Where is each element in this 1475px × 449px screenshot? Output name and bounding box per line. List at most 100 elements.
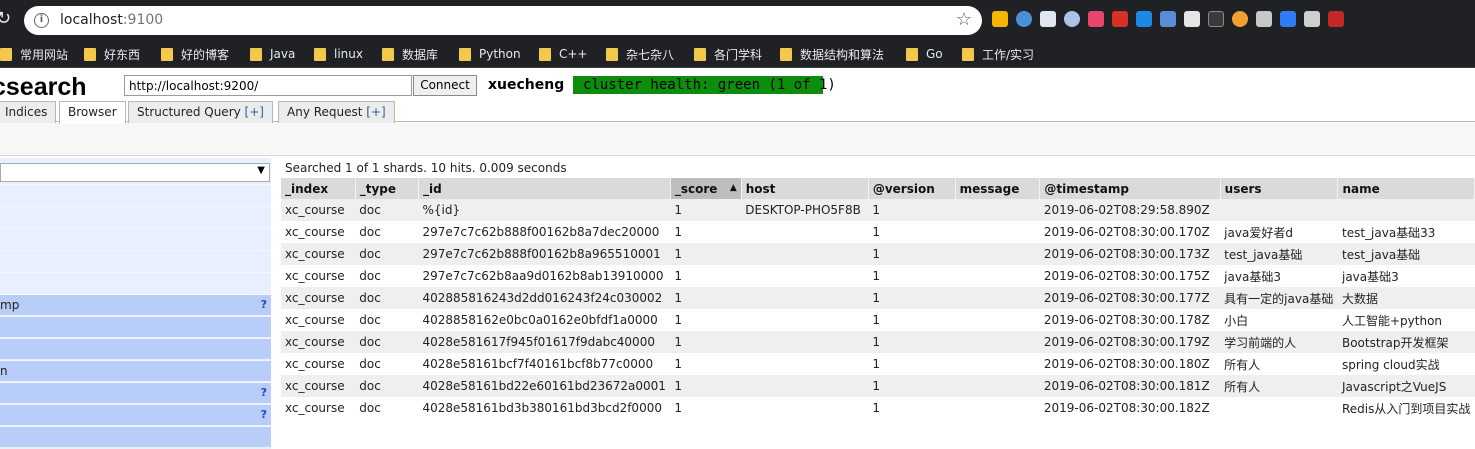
table-cell bbox=[741, 243, 869, 265]
filter-row[interactable] bbox=[0, 426, 271, 447]
column-header[interactable]: _type bbox=[355, 178, 419, 199]
cluster-name: xuecheng bbox=[488, 77, 565, 93]
bookmark-label: 常用网站 bbox=[20, 47, 69, 62]
table-row[interactable]: xc_course doc 4028e581617f945f01617f9dabc4… bbox=[281, 331, 1475, 353]
folder-icon bbox=[0, 47, 12, 61]
table-row[interactable]: xc_course doc 4028e58161bcf7f40161bcf8b77c… bbox=[281, 353, 1475, 375]
extension-icon[interactable] bbox=[1280, 11, 1296, 27]
table-row[interactable]: xc_course doc 4028e58161bd3b380161bd3bcd2f… bbox=[281, 397, 1475, 419]
url-port: :9100 bbox=[122, 12, 164, 28]
filter-row[interactable] bbox=[0, 316, 271, 337]
table-row[interactable]: xc_course doc 4028e58161bd22e60161bd23672a… bbox=[281, 375, 1475, 397]
filter-row[interactable] bbox=[0, 338, 271, 359]
filter-row[interactable]: mp? bbox=[0, 294, 271, 315]
bookmark-folder[interactable]: Java bbox=[250, 46, 295, 62]
table-cell: 2019-06-02T08:30:00.170Z bbox=[1039, 221, 1221, 243]
extension-icon[interactable] bbox=[1232, 11, 1248, 27]
filter-row[interactable] bbox=[0, 228, 271, 249]
table-row[interactable]: xc_course doc 297e7c7c62b888f00162b8a96551… bbox=[281, 243, 1475, 265]
column-header[interactable]: name bbox=[1337, 178, 1475, 199]
table-cell: 4028e581617f945f01617f9dabc40000 bbox=[418, 331, 671, 353]
app-title: csearch bbox=[0, 73, 87, 101]
index-select[interactable]: ▼ bbox=[0, 163, 270, 182]
bookmark-folder[interactable]: 好的博客 bbox=[161, 46, 229, 62]
extension-icon[interactable] bbox=[1256, 11, 1272, 27]
extension-icon[interactable] bbox=[1184, 11, 1200, 27]
tab-structured-query[interactable]: Structured Query [+] bbox=[128, 101, 273, 123]
extensions-bar bbox=[992, 11, 1344, 27]
table-cell: doc bbox=[355, 265, 419, 287]
bookmark-folder[interactable]: 好东西 bbox=[84, 46, 140, 62]
table-row[interactable]: xc_course doc 4028858162e0bc0a0162e0bfdf1a… bbox=[281, 309, 1475, 331]
table-row[interactable]: xc_course doc 297e7c7c62b888f00162b8a7dec2… bbox=[281, 221, 1475, 243]
tab-indices[interactable]: Indices bbox=[0, 101, 57, 123]
help-icon[interactable]: ? bbox=[261, 295, 267, 315]
extension-icon[interactable] bbox=[992, 11, 1008, 27]
extension-icon[interactable] bbox=[1136, 11, 1152, 27]
help-icon[interactable]: ? bbox=[261, 383, 267, 403]
column-header[interactable]: @version bbox=[868, 178, 956, 199]
bookmark-folder[interactable]: 工作/实习 bbox=[962, 46, 1034, 62]
address-bar[interactable]: i localhost:9100 ☆ bbox=[24, 6, 982, 35]
table-row[interactable]: xc_course doc 297e7c7c62b8aa9d0162b8ab1391… bbox=[281, 265, 1475, 287]
extension-icon[interactable] bbox=[1208, 11, 1224, 27]
es-url-input[interactable] bbox=[124, 75, 412, 96]
table-cell: 1 bbox=[868, 375, 956, 397]
filter-row[interactable] bbox=[0, 272, 271, 293]
table-cell bbox=[955, 331, 1040, 353]
filter-row[interactable] bbox=[0, 206, 271, 227]
extension-icon[interactable] bbox=[1328, 11, 1344, 27]
site-info-icon[interactable]: i bbox=[34, 13, 49, 28]
extension-icon[interactable] bbox=[1064, 11, 1080, 27]
table-cell: 2019-06-02T08:30:00.180Z bbox=[1039, 353, 1221, 375]
bookmark-star-icon[interactable]: ☆ bbox=[956, 9, 972, 31]
column-header[interactable]: users bbox=[1220, 178, 1339, 199]
filter-row[interactable]: ? bbox=[0, 404, 271, 425]
extension-icon[interactable] bbox=[1112, 11, 1128, 27]
extension-icon[interactable] bbox=[1304, 11, 1320, 27]
help-icon[interactable]: ? bbox=[261, 405, 267, 425]
bookmark-folder[interactable]: 数据库 bbox=[382, 46, 438, 62]
table-cell: test_java基础 bbox=[1220, 243, 1338, 265]
filter-label: mp bbox=[0, 298, 20, 312]
table-row[interactable]: xc_course doc %{id} 1 DESKTOP-PHO5F8B 1 2019-0… bbox=[281, 199, 1475, 221]
table-cell: doc bbox=[355, 397, 419, 419]
column-header-label: users bbox=[1224, 181, 1262, 196]
bookmark-folder[interactable]: Go bbox=[906, 46, 943, 62]
column-header-label: @version bbox=[872, 181, 935, 196]
extension-icon[interactable] bbox=[1016, 11, 1032, 27]
reload-icon[interactable]: ↻ bbox=[0, 9, 16, 29]
table-cell: java基础3 bbox=[1220, 265, 1338, 287]
filter-row[interactable]: n bbox=[0, 360, 271, 381]
bookmark-folder[interactable]: 杂七杂八 bbox=[606, 46, 674, 62]
bookmark-folder[interactable]: 常用网站 bbox=[0, 46, 68, 62]
table-cell: 2019-06-02T08:29:58.890Z bbox=[1039, 199, 1221, 221]
column-header[interactable]: _score ▲ bbox=[670, 178, 742, 199]
bookmark-folder[interactable]: 各门学科 bbox=[694, 46, 762, 62]
column-header[interactable]: message bbox=[955, 178, 1041, 199]
table-row[interactable]: xc_course doc 402885816243d2dd016243f24c03… bbox=[281, 287, 1475, 309]
filter-row[interactable] bbox=[0, 250, 271, 271]
column-header[interactable]: _index bbox=[281, 178, 356, 199]
table-cell: 2019-06-02T08:30:00.179Z bbox=[1039, 331, 1221, 353]
table-cell: test_java基础33 bbox=[1337, 221, 1475, 243]
bookmark-folder[interactable]: C++ bbox=[539, 46, 588, 62]
bookmark-folder[interactable]: 数据结构和算法 bbox=[780, 46, 884, 62]
column-header[interactable]: host bbox=[741, 178, 869, 199]
tab-any-request[interactable]: Any Request [+] bbox=[278, 101, 395, 123]
bookmark-folder[interactable]: linux bbox=[314, 46, 363, 62]
filter-row[interactable]: ? bbox=[0, 382, 271, 403]
filter-row[interactable] bbox=[0, 184, 271, 205]
column-header[interactable]: _id bbox=[418, 178, 671, 199]
extension-icon[interactable] bbox=[1040, 11, 1056, 27]
bookmark-folder[interactable]: Python bbox=[459, 46, 521, 62]
table-cell bbox=[741, 397, 869, 419]
connect-button[interactable]: Connect bbox=[413, 75, 477, 96]
tab-browser[interactable]: Browser bbox=[59, 101, 126, 124]
extension-icon[interactable] bbox=[1088, 11, 1104, 27]
extension-icon[interactable] bbox=[1160, 11, 1176, 27]
column-header[interactable]: @timestamp bbox=[1039, 178, 1221, 199]
table-cell: 2019-06-02T08:30:00.182Z bbox=[1039, 397, 1221, 419]
folder-icon bbox=[780, 47, 792, 61]
address-url[interactable]: localhost:9100 bbox=[60, 12, 163, 29]
